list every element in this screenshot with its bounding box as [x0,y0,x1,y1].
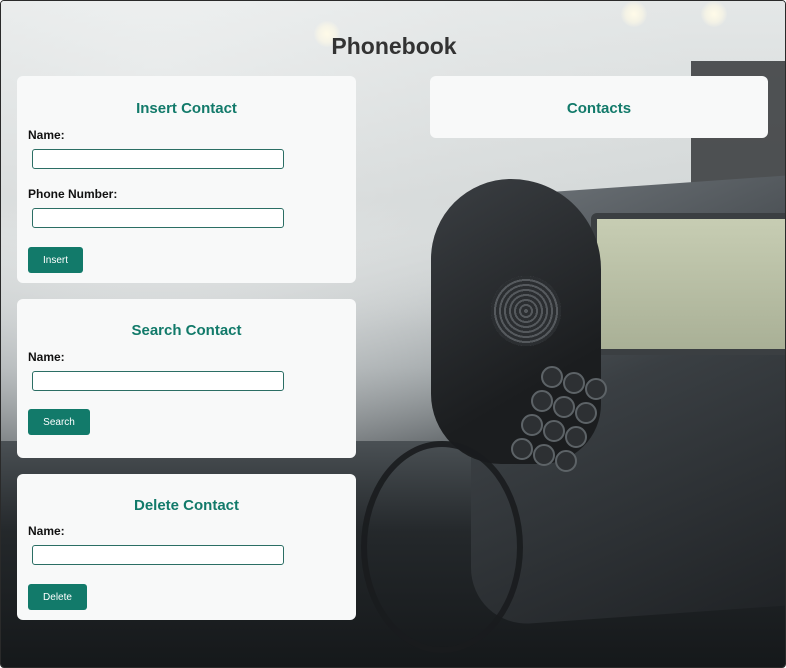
insert-phone-label: Phone Number: [28,187,118,201]
delete-contact-card: Delete Contact Name: Delete [17,474,356,620]
delete-button[interactable]: Delete [28,584,87,610]
search-contact-heading: Search Contact [131,322,242,339]
insert-contact-card: Insert Contact Name: Phone Number: Inser… [17,76,356,283]
delete-name-input[interactable] [32,545,284,565]
insert-button[interactable]: Insert [28,247,83,273]
contacts-card: Contacts [430,76,768,138]
contacts-heading: Contacts [566,100,632,117]
insert-contact-heading: Insert Contact [136,100,237,117]
delete-contact-heading: Delete Contact [133,497,240,514]
search-name-label: Name: [28,350,65,364]
insert-name-label: Name: [28,128,65,142]
delete-name-label: Name: [28,524,65,538]
insert-phone-input[interactable] [32,208,284,228]
search-name-input[interactable] [32,371,284,391]
search-button[interactable]: Search [28,409,90,435]
app-window: Phonebook Insert Contact Name: Phone Num… [0,0,786,668]
insert-name-input[interactable] [32,149,284,169]
search-contact-card: Search Contact Name: Search [17,299,356,458]
page-title: Phonebook [331,33,457,59]
